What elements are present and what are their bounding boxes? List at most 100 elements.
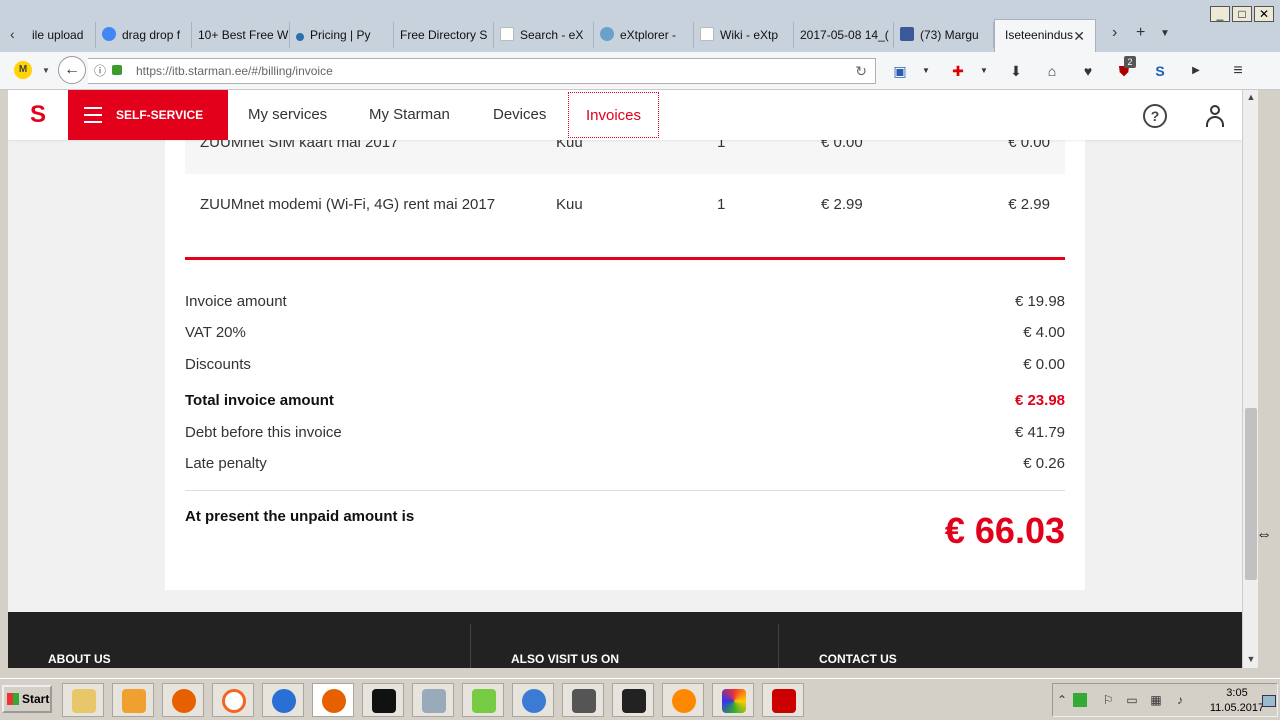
browser-tab[interactable]: Search - eX xyxy=(494,22,594,48)
unpaid-amount: € 66.03 xyxy=(944,510,1065,551)
taskbar-search-tool[interactable] xyxy=(662,683,704,717)
taskbar-filezilla[interactable] xyxy=(762,683,804,717)
discounts-row: Discounts € 0.00 xyxy=(185,356,1065,373)
footer-about: ABOUT US xyxy=(48,652,111,666)
browser-tab[interactable]: 10+ Best Free W xyxy=(192,22,290,48)
tab-scroll-right-icon[interactable]: › xyxy=(1112,24,1117,42)
vat-row: VAT 20% € 4.00 xyxy=(185,324,1065,341)
back-button[interactable]: ← xyxy=(58,56,86,84)
taskbar-explorer[interactable] xyxy=(62,683,104,717)
google-icon xyxy=(102,27,116,41)
browser-tab[interactable]: Free Directory S xyxy=(394,22,494,48)
dropdown-icon[interactable]: ▼ xyxy=(916,61,936,81)
taskbar-chart-app[interactable] xyxy=(462,683,504,717)
total-invoice-row: Total invoice amount € 23.98 xyxy=(185,392,1065,409)
scrollbar-thumb[interactable] xyxy=(1245,408,1257,580)
home-icon[interactable]: ⌂ xyxy=(1042,61,1062,81)
browser-tab[interactable]: drag drop f xyxy=(96,22,192,48)
reload-icon[interactable]: ↻ xyxy=(855,59,867,83)
taskbar-microphone[interactable] xyxy=(562,683,604,717)
nav-my-services[interactable]: My services xyxy=(248,90,327,140)
skype-icon[interactable]: S xyxy=(1150,61,1170,81)
debt-row: Debt before this invoice € 41.79 xyxy=(185,424,1065,441)
browser-tab-bar: ‹ ile upload drag drop f 10+ Best Free W… xyxy=(0,0,1280,52)
info-icon[interactable]: ⓘ xyxy=(94,59,106,83)
browser-tab-active[interactable]: Iseteenindus ✕ xyxy=(994,19,1096,52)
close-window-button[interactable]: ✕ xyxy=(1254,6,1274,22)
page-icon xyxy=(700,27,714,41)
site-header: S SELF-SERVICE My services My Starman De… xyxy=(8,90,1242,140)
page-icon xyxy=(500,27,514,41)
starman-logo[interactable]: S xyxy=(26,103,50,127)
taskbar-calculator[interactable] xyxy=(412,683,454,717)
extplorer-icon xyxy=(600,27,614,41)
browser-tab[interactable]: eXtplorer - xyxy=(594,22,694,48)
lock-icon xyxy=(112,65,122,75)
nav-invoices[interactable]: Invoices xyxy=(568,92,660,138)
browser-tab[interactable]: ile upload xyxy=(26,22,96,48)
download-icon[interactable]: ⬇ xyxy=(1006,61,1026,81)
nav-devices[interactable]: Devices xyxy=(493,90,546,140)
tab-scroll-left-icon[interactable]: ‹ xyxy=(10,24,26,44)
taskbar-media-player[interactable] xyxy=(112,683,154,717)
pocket-icon[interactable]: ♥ xyxy=(1078,61,1098,81)
scroll-down-icon[interactable]: ▼ xyxy=(1245,654,1257,666)
invoice-card: ZUUMnet SIM kaart mai 2017 Kuu 1 € 0.00 … xyxy=(165,90,1085,590)
tab-list-icon[interactable]: ▼ xyxy=(1160,28,1170,39)
invoice-amount-row: Invoice amount € 19.98 xyxy=(185,293,1065,310)
taskbar-qbittorrent[interactable] xyxy=(512,683,554,717)
tray-expand-icon[interactable]: ⌃ xyxy=(1055,693,1069,707)
volume-icon[interactable]: ♪ xyxy=(1173,693,1187,707)
self-service-menu-button[interactable]: SELF-SERVICE xyxy=(68,90,228,140)
late-penalty-row: Late penalty € 0.26 xyxy=(185,455,1065,472)
browser-tab[interactable]: (73) Margu xyxy=(894,22,994,48)
help-icon[interactable]: ? xyxy=(1143,104,1167,128)
section-divider xyxy=(185,257,1065,260)
taskbar-command-prompt[interactable] xyxy=(362,683,404,717)
menu-icon[interactable]: ≡ xyxy=(1228,61,1248,81)
hamburger-icon xyxy=(84,107,102,123)
network-icon[interactable]: ▦ xyxy=(1149,693,1163,707)
user-icon[interactable] xyxy=(1206,105,1224,127)
scroll-up-icon[interactable]: ▲ xyxy=(1245,92,1257,104)
summary-divider xyxy=(185,490,1065,491)
taskbar: Start ⌃ ⚐ ▭ ▦ ♪ 3:05 11.05.2017 xyxy=(0,678,1280,720)
nav-my-starman[interactable]: My Starman xyxy=(369,90,450,140)
dropdown-icon[interactable]: ▼ xyxy=(36,61,56,81)
browser-tab[interactable]: Pricing | Py xyxy=(290,22,394,48)
minimize-button[interactable]: _ xyxy=(1210,6,1230,22)
browser-tab[interactable]: Wiki - eXtp xyxy=(694,22,794,48)
pocket-plus-icon[interactable]: ✚ xyxy=(948,61,968,81)
extension-icon[interactable]: M xyxy=(14,61,32,79)
taskbar-firefox[interactable] xyxy=(162,683,204,717)
dropdown-icon[interactable]: ▼ xyxy=(974,61,994,81)
resize-cursor-icon: ⇔ xyxy=(1256,526,1272,543)
clock[interactable]: 3:05 11.05.2017 xyxy=(1205,686,1269,716)
window-edge xyxy=(1258,90,1280,668)
youtube-icon[interactable]: ▶ xyxy=(1186,61,1206,81)
new-tab-icon[interactable]: + xyxy=(1136,24,1145,42)
save-icon[interactable]: ▣ xyxy=(890,61,910,81)
taskbar-avast[interactable] xyxy=(212,683,254,717)
tray-device-icon[interactable]: ▭ xyxy=(1125,693,1139,707)
taskbar-firefox-active[interactable] xyxy=(312,683,354,717)
close-tab-icon[interactable]: ✕ xyxy=(1073,21,1085,51)
url-bar[interactable]: ⓘ https://itb.starman.ee/#/billing/invoi… xyxy=(88,58,876,84)
footer-separator xyxy=(778,624,779,668)
browser-tab[interactable]: 2017-05-08 14_( xyxy=(794,22,894,48)
window-controls: _ □ ✕ xyxy=(1210,6,1274,22)
page-scrollbar[interactable]: ▲ ▼ xyxy=(1242,90,1258,668)
facebook-icon xyxy=(900,27,914,41)
taskbar-color-app[interactable] xyxy=(712,683,754,717)
url-text[interactable]: https://itb.starman.ee/#/billing/invoice xyxy=(136,59,333,83)
tray-app-icon[interactable] xyxy=(1073,693,1087,707)
maximize-button[interactable]: □ xyxy=(1232,6,1252,22)
start-button[interactable]: Start xyxy=(2,685,52,713)
extension-badge: 2 xyxy=(1124,56,1136,68)
action-center-icon[interactable]: ⚐ xyxy=(1101,693,1115,707)
show-desktop-icon[interactable] xyxy=(1262,695,1276,707)
browser-nav-bar: M ▼ ← ⓘ https://itb.starman.ee/#/billing… xyxy=(0,52,1280,90)
taskbar-recorder[interactable] xyxy=(612,683,654,717)
python-icon xyxy=(296,33,304,41)
taskbar-thunderbird[interactable] xyxy=(262,683,304,717)
